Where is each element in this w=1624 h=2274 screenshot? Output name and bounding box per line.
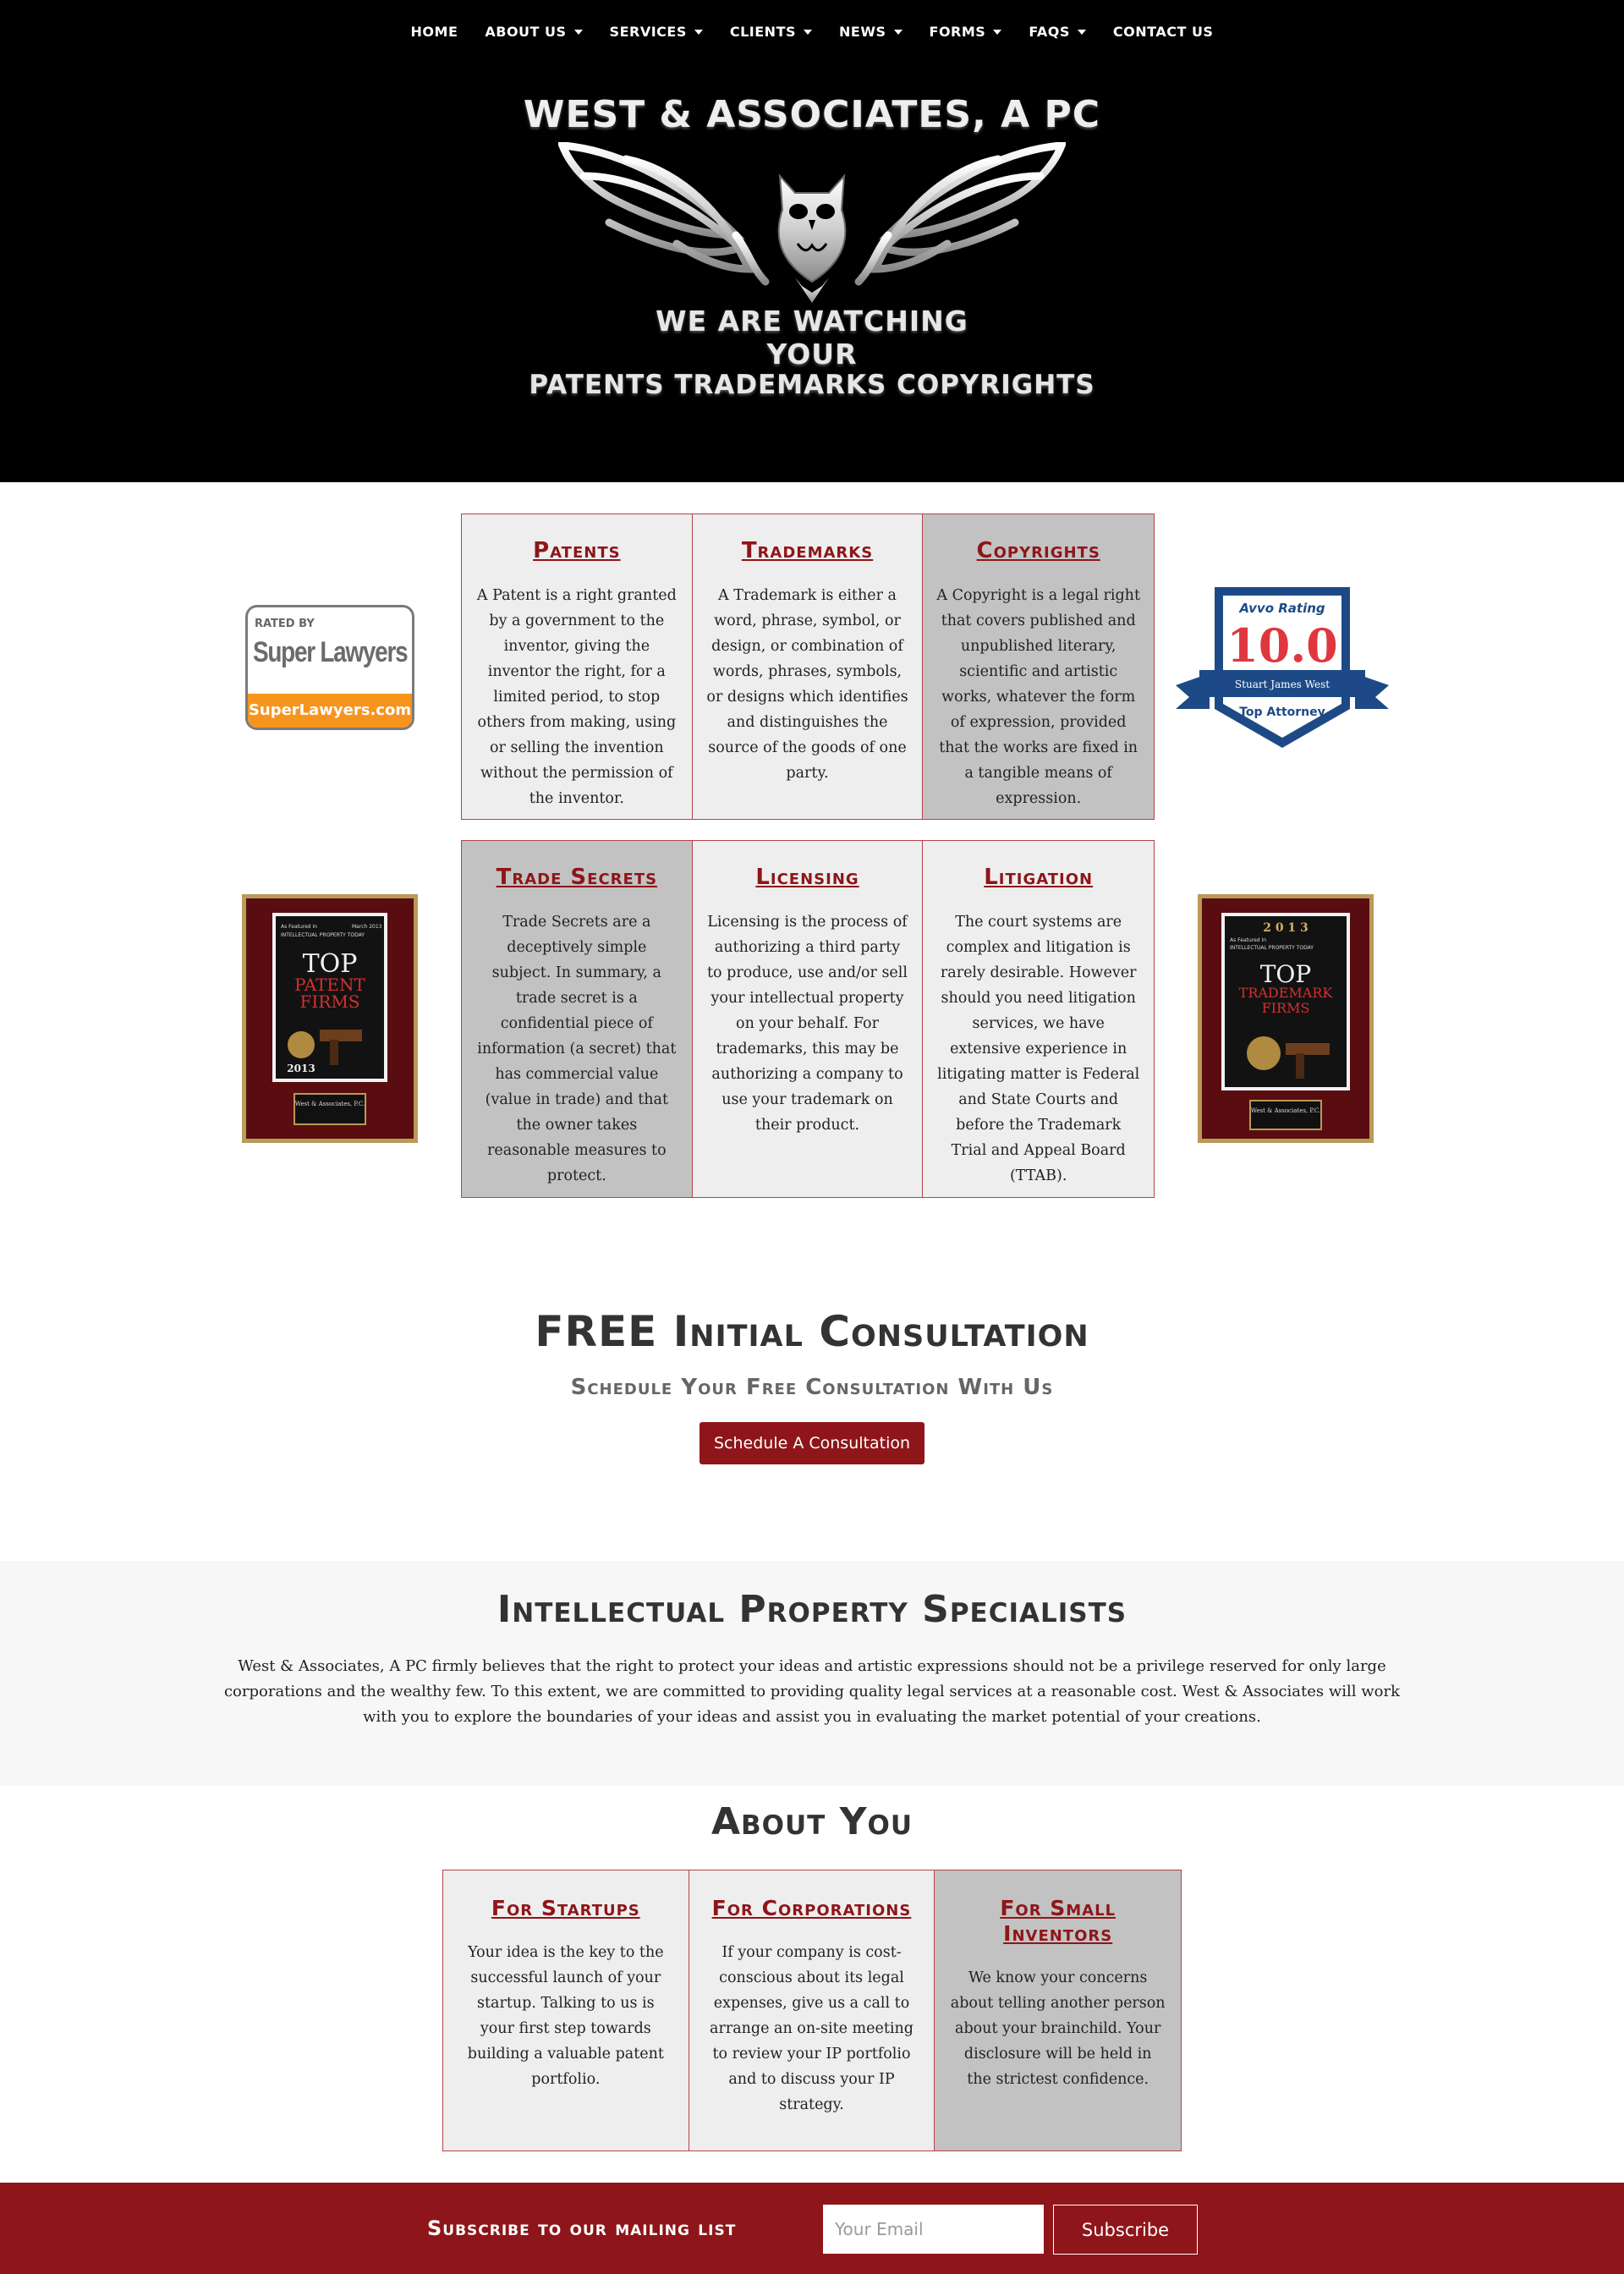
plaque-title-line3: FIRMS (1262, 1000, 1310, 1016)
about-card-text: Your idea is the key to the successful l… (467, 1944, 664, 2088)
about-you-grid: For Startups Your idea is the key to the… (442, 1870, 1182, 2151)
nav-label: SERVICES (609, 24, 687, 40)
nav-item-about-us[interactable]: ABOUT US (485, 24, 583, 40)
hero-header: HOME ABOUT US SERVICES CLIENTS NEWS FORM… (0, 0, 1624, 482)
ip-specialists-title: Intellectual Property Specialists (497, 1588, 1127, 1631)
service-card-trademarks: Trademarks A Trademark is either a word,… (692, 514, 924, 819)
chevron-down-icon (573, 29, 583, 35)
about-card-text: We know your concerns about telling anot… (950, 1969, 1166, 2088)
nav-item-faqs[interactable]: FAQS (1029, 24, 1086, 40)
nav-item-contact-us[interactable]: CONTACT US (1113, 24, 1214, 40)
service-link-trade-secrets[interactable]: Trade Secrets (497, 865, 657, 891)
nav-item-services[interactable]: SERVICES (610, 24, 703, 40)
subscribe-label: Subscribe to our mailing list (427, 2216, 737, 2240)
plaque-year-top: 2 0 1 3 (1263, 921, 1309, 935)
nav-item-news[interactable]: NEWS (839, 24, 903, 40)
tagline-line-2: YOUR (766, 338, 858, 371)
super-lawyers-badge[interactable]: RATED BY Super Lawyers SuperLawyers.com (245, 605, 414, 730)
about-link-startups[interactable]: For Startups (491, 1896, 640, 1921)
plaque-publication: INTELLECTUAL PROPERTY TODAY (1230, 945, 1314, 951)
service-description: The court systems are complex and litiga… (937, 914, 1140, 1185)
tagline-line-1: WE ARE WATCHING (656, 305, 968, 338)
service-link-litigation[interactable]: Litigation (984, 865, 1093, 891)
nav-label: FAQS (1029, 24, 1070, 40)
owl-logo-icon (558, 142, 1066, 303)
super-lawyers-url: SuperLawyers.com (248, 694, 412, 728)
plaque-featured-in: As Featured In (281, 924, 317, 930)
about-card-text: If your company is cost-conscious about … (710, 1944, 914, 2113)
main-nav: HOME ABOUT US SERVICES CLIENTS NEWS FORM… (0, 24, 1624, 40)
nav-label: ABOUT US (485, 24, 567, 40)
ip-specialists-section: Intellectual Property Specialists West &… (0, 1561, 1624, 1786)
nav-label: CLIENTS (729, 24, 797, 40)
tagline-line-3: PATENTS TRADEMARKS COPYRIGHTS (529, 370, 1095, 400)
nav-label: FORMS (929, 24, 986, 40)
nav-item-clients[interactable]: CLIENTS (729, 24, 813, 40)
service-card-licensing: Licensing Licensing is the process of au… (692, 841, 924, 1197)
about-link-corporations[interactable]: For Corporations (712, 1896, 912, 1921)
plaque-firm: West & Associates, P.C. (295, 1101, 365, 1107)
plaque-date: March 2013 (352, 924, 382, 930)
services-grid-row-1: Patents A Patent is a right granted by a… (461, 514, 1155, 820)
service-description: Licensing is the process of authorizing … (707, 914, 908, 1134)
plaque-firm: West & Associates, P.C. (1251, 1107, 1321, 1114)
plaque-featured-in: As Featured In (1230, 937, 1266, 943)
about-link-small-inventors[interactable]: For Small Inventors (950, 1896, 1166, 1947)
chevron-down-icon (804, 29, 813, 35)
service-description: A Copyright is a legal right that covers… (936, 587, 1140, 808)
service-link-licensing[interactable]: Licensing (755, 865, 859, 891)
service-description: A Patent is a right granted by a governm… (476, 587, 677, 808)
service-card-patents: Patents A Patent is a right granted by a… (462, 514, 693, 819)
about-card-startups: For Startups Your idea is the key to the… (443, 1870, 689, 2150)
service-link-trademarks[interactable]: Trademarks (742, 538, 873, 564)
top-trademark-firms-plaque: 2 0 1 3 As Featured In INTELLECTUAL PROP… (1198, 894, 1374, 1143)
avvo-label: Top Attorney (1239, 706, 1325, 719)
chevron-down-icon (893, 29, 903, 35)
chevron-down-icon (694, 29, 703, 35)
subscribe-footer: Subscribe to our mailing list Subscribe (0, 2183, 1624, 2274)
about-card-small-inventors: For Small Inventors We know your concern… (935, 1870, 1182, 2150)
nav-item-home[interactable]: HOME (411, 24, 458, 40)
super-lawyers-name: Super Lawyers (253, 636, 409, 668)
avvo-heading: Avvo Rating (1238, 601, 1325, 616)
nav-item-forms[interactable]: FORMS (930, 24, 1002, 40)
email-field[interactable] (823, 2205, 1044, 2254)
super-lawyers-rated-by: RATED BY (255, 618, 315, 630)
avvo-rating-badge[interactable]: Avvo Rating 10.0 Stuart James West Top A… (1174, 582, 1391, 751)
service-description: Trade Secrets are a deceptively simple s… (477, 914, 677, 1185)
service-card-litigation: Litigation The court systems are complex… (923, 841, 1155, 1197)
plaque-publication: INTELLECTUAL PROPERTY TODAY (281, 932, 365, 938)
schedule-consultation-button[interactable]: Schedule A Consultation (700, 1422, 924, 1464)
about-card-corporations: For Corporations If your company is cost… (689, 1870, 935, 2150)
about-you-title: About You (710, 1800, 914, 1843)
nav-label: NEWS (839, 24, 886, 40)
plaque-title-line3: FIRMS (299, 991, 359, 1012)
subscribe-button[interactable]: Subscribe (1053, 2205, 1198, 2255)
firm-name-logo-text[interactable]: WEST & ASSOCIATES, A PC (0, 93, 1624, 136)
chevron-down-icon (1077, 29, 1086, 35)
nav-label: CONTACT US (1112, 24, 1214, 40)
avvo-attorney-name: Stuart James West (1235, 678, 1330, 690)
service-link-patents[interactable]: Patents (533, 538, 620, 564)
service-description: A Trademark is either a word, phrase, sy… (706, 587, 908, 783)
service-card-trade-secrets: Trade Secrets Trade Secrets are a decept… (462, 841, 693, 1197)
service-card-copyrights: Copyrights A Copyright is a legal right … (923, 514, 1155, 819)
plaque-year: 2013 (287, 1063, 315, 1074)
ip-specialists-text: West & Associates, A PC firmly believes … (223, 1657, 1401, 1726)
consultation-subtitle: Schedule Your Free Consultation With Us (570, 1375, 1054, 1400)
consultation-title: FREE Initial Consultation (535, 1307, 1089, 1356)
chevron-down-icon (993, 29, 1002, 35)
service-link-copyrights[interactable]: Copyrights (977, 538, 1100, 564)
top-patent-firms-plaque: As Featured In March 2013 INTELLECTUAL P… (242, 894, 418, 1143)
nav-label: HOME (410, 24, 458, 40)
plaque-title-line2: TRADEMARK (1239, 985, 1334, 1001)
services-grid-row-2: Trade Secrets Trade Secrets are a decept… (461, 840, 1155, 1198)
avvo-score: 10.0 (1226, 618, 1338, 673)
